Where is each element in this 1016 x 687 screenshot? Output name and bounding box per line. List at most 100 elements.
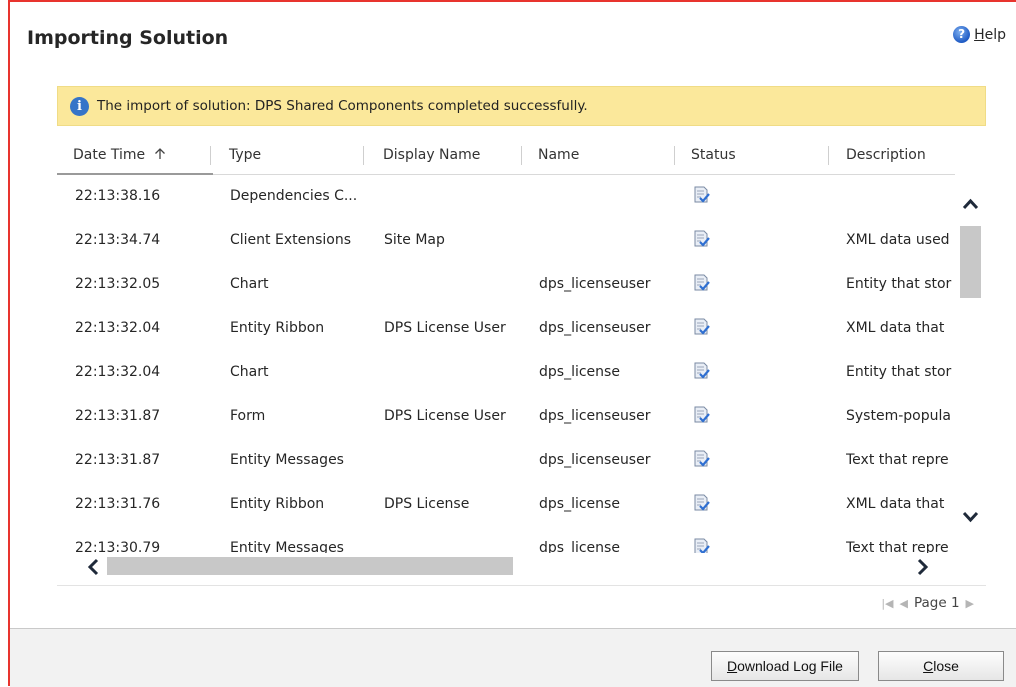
cell-description (846, 174, 955, 218)
cell-description: Entity that stor (846, 276, 952, 292)
cell-name (539, 174, 679, 218)
dialog-border-left (8, 0, 10, 686)
cell-datetime: 22:13:30.79 (75, 540, 161, 553)
cell-description: Text that repre (846, 452, 949, 468)
cell-type: Entity Ribbon (230, 320, 325, 336)
cell-display-name (384, 438, 529, 482)
column-header-type[interactable]: Type (229, 136, 261, 174)
column-header-description[interactable]: Description (846, 136, 926, 174)
help-link[interactable]: ? Help (953, 26, 1006, 43)
cell-display-name (384, 526, 529, 553)
dialog-footer: Download Log File Close (10, 628, 1016, 687)
cell-name (539, 218, 679, 262)
info-icon: i (70, 96, 89, 116)
content-panel: i The import of solution: DPS Shared Com… (57, 86, 986, 619)
table-row[interactable]: 22:13:32.04 Entity Ribbon DPS License User… (57, 306, 955, 350)
cell-description: System-popula (846, 408, 951, 424)
table-row[interactable]: 22:13:30.79 Entity Messages dps_license Tex… (57, 526, 955, 553)
download-log-file-label: Download Log File (727, 658, 843, 674)
grid-header: Date Time Type Display Name Name Status … (57, 136, 986, 175)
cell-description: Text that repre (846, 540, 949, 553)
previous-page-icon[interactable]: ◀ (900, 597, 908, 610)
cell-name: dps_licenseuser (539, 276, 651, 292)
status-processed-icon (693, 274, 710, 292)
status-processed-icon (693, 406, 710, 424)
cell-display-name (384, 174, 529, 218)
cell-type: Chart (230, 364, 269, 380)
page-number-label: Page 1 (913, 595, 960, 611)
dialog-title: Importing Solution (27, 27, 229, 49)
close-label: Close (923, 658, 959, 674)
cell-description: XML data that (846, 496, 945, 512)
notification-bar: i The import of solution: DPS Shared Com… (57, 86, 986, 126)
column-separator[interactable] (828, 146, 829, 165)
cell-datetime: 22:13:32.04 (75, 320, 161, 336)
column-header-datetime[interactable]: Date Time (73, 136, 166, 174)
table-row[interactable]: 22:13:31.76 Entity Ribbon DPS License dps_l… (57, 482, 955, 526)
cell-name: dps_license (539, 540, 620, 553)
cell-name: dps_licenseuser (539, 320, 651, 336)
horizontal-scroll-thumb[interactable] (107, 557, 513, 575)
status-processed-icon (693, 186, 710, 204)
cell-description: XML data that (846, 320, 945, 336)
cell-datetime: 22:13:31.76 (75, 496, 161, 512)
horizontal-scrollbar[interactable] (57, 553, 955, 581)
column-header-display-name[interactable]: Display Name (383, 136, 480, 174)
status-processed-icon (693, 538, 710, 553)
table-row[interactable]: 22:13:31.87 Form DPS License User dps_licen… (57, 394, 955, 438)
cell-display-name: DPS License (384, 496, 470, 512)
import-dialog: Importing Solution ? Help i The import o… (0, 0, 1016, 687)
column-separator[interactable] (521, 146, 522, 165)
table-row[interactable]: 22:13:34.74 Client Extensions Site Map XML … (57, 218, 955, 262)
cell-description: Entity that stor (846, 364, 952, 380)
column-separator[interactable] (363, 146, 364, 165)
cell-type: Form (230, 408, 266, 424)
status-processed-icon (693, 318, 710, 336)
status-processed-icon (693, 494, 710, 512)
scroll-left-icon[interactable] (85, 558, 101, 576)
cell-type: Dependencies C... (230, 188, 358, 204)
status-processed-icon (693, 450, 710, 468)
cell-datetime: 22:13:31.87 (75, 452, 161, 468)
table-row[interactable]: 22:13:32.05 Chart dps_licenseuser Entity th… (57, 262, 955, 306)
cell-type: Entity Messages (230, 452, 344, 468)
cell-name: dps_licenseuser (539, 452, 651, 468)
first-page-icon[interactable]: |◀ (881, 597, 893, 610)
column-separator[interactable] (674, 146, 675, 165)
pager-controls: |◀ ◀ Page 1 ▶ (881, 595, 974, 611)
cell-type: Entity Ribbon (230, 496, 325, 512)
cell-name: dps_licenseuser (539, 408, 651, 424)
grid-rows: 22:13:38.16 Dependencies C... 22:13:34.74 C… (57, 174, 955, 553)
next-page-icon[interactable]: ▶ (966, 597, 974, 610)
import-log-grid: Date Time Type Display Name Name Status … (57, 136, 986, 619)
dialog-border-top (8, 0, 1016, 2)
scroll-right-icon[interactable] (915, 558, 931, 576)
scroll-up-icon[interactable] (960, 196, 981, 212)
cell-datetime: 22:13:34.74 (75, 232, 161, 248)
cell-type: Chart (230, 276, 269, 292)
help-label[interactable]: Help (974, 27, 1006, 43)
cell-name: dps_license (539, 496, 620, 512)
vertical-scrollbar[interactable] (955, 174, 986, 555)
scroll-down-icon[interactable] (960, 509, 981, 525)
cell-datetime: 22:13:38.16 (75, 188, 161, 204)
vertical-scroll-thumb[interactable] (960, 226, 981, 298)
cell-display-name: DPS License User (384, 408, 506, 424)
cell-name: dps_license (539, 364, 620, 380)
cell-description: XML data used (846, 232, 950, 248)
close-button[interactable]: Close (878, 651, 1004, 681)
column-header-name[interactable]: Name (538, 136, 579, 174)
table-row[interactable]: 22:13:32.04 Chart dps_license Entity that s… (57, 350, 955, 394)
notification-message: The import of solution: DPS Shared Compo… (97, 98, 588, 114)
cell-display-name (384, 350, 529, 394)
cell-type: Entity Messages (230, 540, 344, 553)
cell-display-name: DPS License User (384, 320, 506, 336)
download-log-file-button[interactable]: Download Log File (711, 651, 859, 681)
table-row[interactable]: 22:13:38.16 Dependencies C... (57, 174, 955, 218)
sort-ascending-icon (154, 148, 165, 159)
column-separator[interactable] (210, 146, 211, 165)
column-header-status[interactable]: Status (691, 136, 736, 174)
table-row[interactable]: 22:13:31.87 Entity Messages dps_licenseuse… (57, 438, 955, 482)
cell-display-name: Site Map (384, 232, 445, 248)
cell-datetime: 22:13:32.04 (75, 364, 161, 380)
